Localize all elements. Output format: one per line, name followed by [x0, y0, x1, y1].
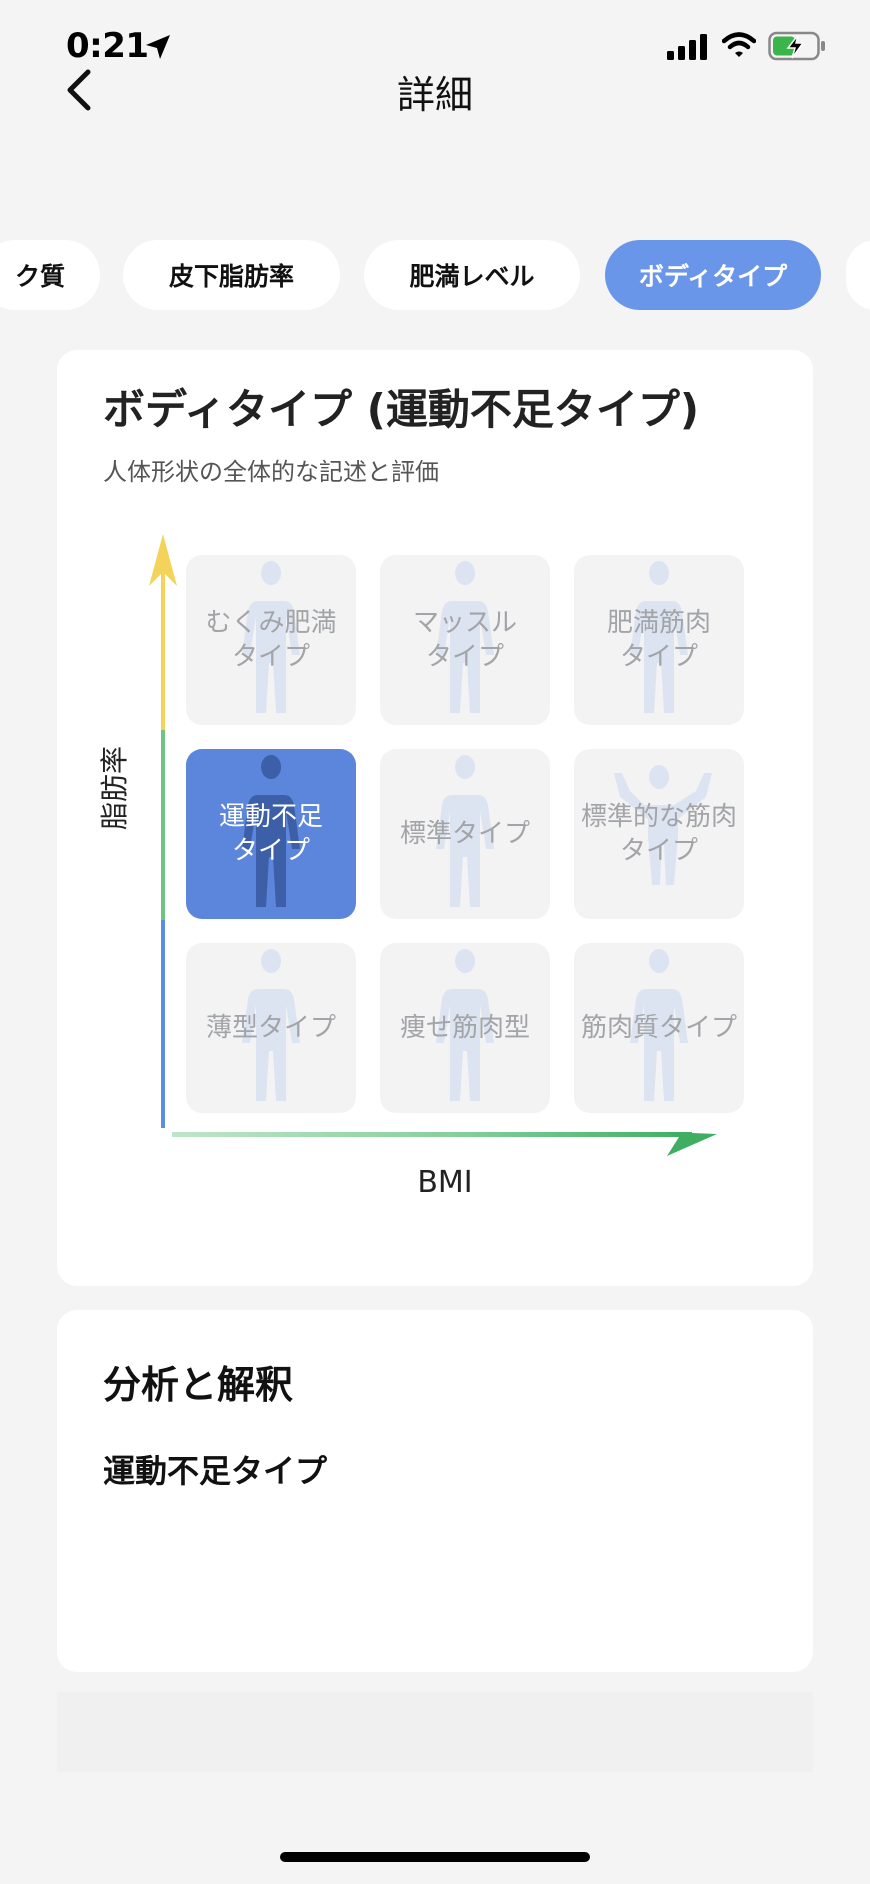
- tab-protein[interactable]: ク質: [0, 240, 100, 310]
- body-type-cell-label: 痩せ筋肉型: [399, 1013, 530, 1043]
- body-type-cell[interactable]: 痩せ筋肉型: [380, 943, 550, 1113]
- wifi-icon: [722, 32, 756, 57]
- x-axis-label: BMI: [417, 1165, 473, 1200]
- page-title: 詳細: [396, 73, 473, 117]
- body-type-cell[interactable]: 薄型タイプ: [186, 943, 356, 1113]
- body-type-cell-label: マッスル タイプ: [412, 608, 517, 672]
- body-type-cell-label: 標準的な筋肉 タイプ: [580, 802, 737, 866]
- body-type-cell[interactable]: 筋肉質タイプ: [574, 943, 744, 1113]
- tab-next[interactable]: [846, 240, 870, 310]
- body-type-card: ボディタイプ (運動不足タイプ) 人体形状の全体的な記述と評価 脂肪率 BMI …: [57, 350, 813, 1286]
- body-type-cell-label: 肥満筋肉 タイプ: [606, 608, 711, 672]
- y-axis-segment-low: [161, 920, 165, 1128]
- analysis-type-name: 運動不足タイプ: [103, 1452, 328, 1490]
- analysis-title: 分析と解釈: [103, 1363, 294, 1407]
- status-time: 0:21: [66, 26, 149, 66]
- bottom-spacer: [57, 1692, 813, 1772]
- body-type-cell-label: 標準タイプ: [399, 819, 530, 849]
- y-axis-segment-mid: [161, 730, 165, 920]
- y-axis-label: 脂肪率: [98, 746, 131, 831]
- home-indicator[interactable]: [280, 1852, 590, 1862]
- tab-body-type[interactable]: ボディタイプ: [605, 240, 821, 310]
- body-type-cell[interactable]: マッスル タイプ: [380, 555, 550, 725]
- body-type-cell[interactable]: むくみ肥満 タイプ: [186, 555, 356, 725]
- metric-tabs: ク質 皮下脂肪率 肥満レベル ボディタイプ: [0, 240, 870, 310]
- body-type-cell-label: 筋肉質タイプ: [580, 1013, 737, 1043]
- location-arrow-icon: [146, 35, 170, 59]
- body-type-cell-label: 薄型タイプ: [205, 1013, 336, 1043]
- body-type-cell-label: むくみ肥満 タイプ: [205, 608, 337, 672]
- body-type-cell-label: 運動不足 タイプ: [218, 802, 323, 866]
- tab-subcutaneous-fat[interactable]: 皮下脂肪率: [123, 240, 340, 310]
- cellular-signal-icon: [667, 34, 707, 60]
- y-axis-segment-high: [161, 560, 165, 730]
- body-type-cell[interactable]: 肥満筋肉 タイプ: [574, 555, 744, 725]
- x-axis-line: [172, 1132, 692, 1137]
- tab-obesity-level[interactable]: 肥満レベル: [364, 240, 580, 310]
- analysis-card: 分析と解釈 運動不足タイプ: [57, 1310, 813, 1672]
- body-type-cell[interactable]: 標準的な筋肉 タイプ: [574, 749, 744, 919]
- body-type-cell[interactable]: 運動不足 タイプ: [186, 749, 356, 919]
- battery-charging-icon: [768, 31, 825, 61]
- body-type-cell[interactable]: 標準タイプ: [380, 749, 550, 919]
